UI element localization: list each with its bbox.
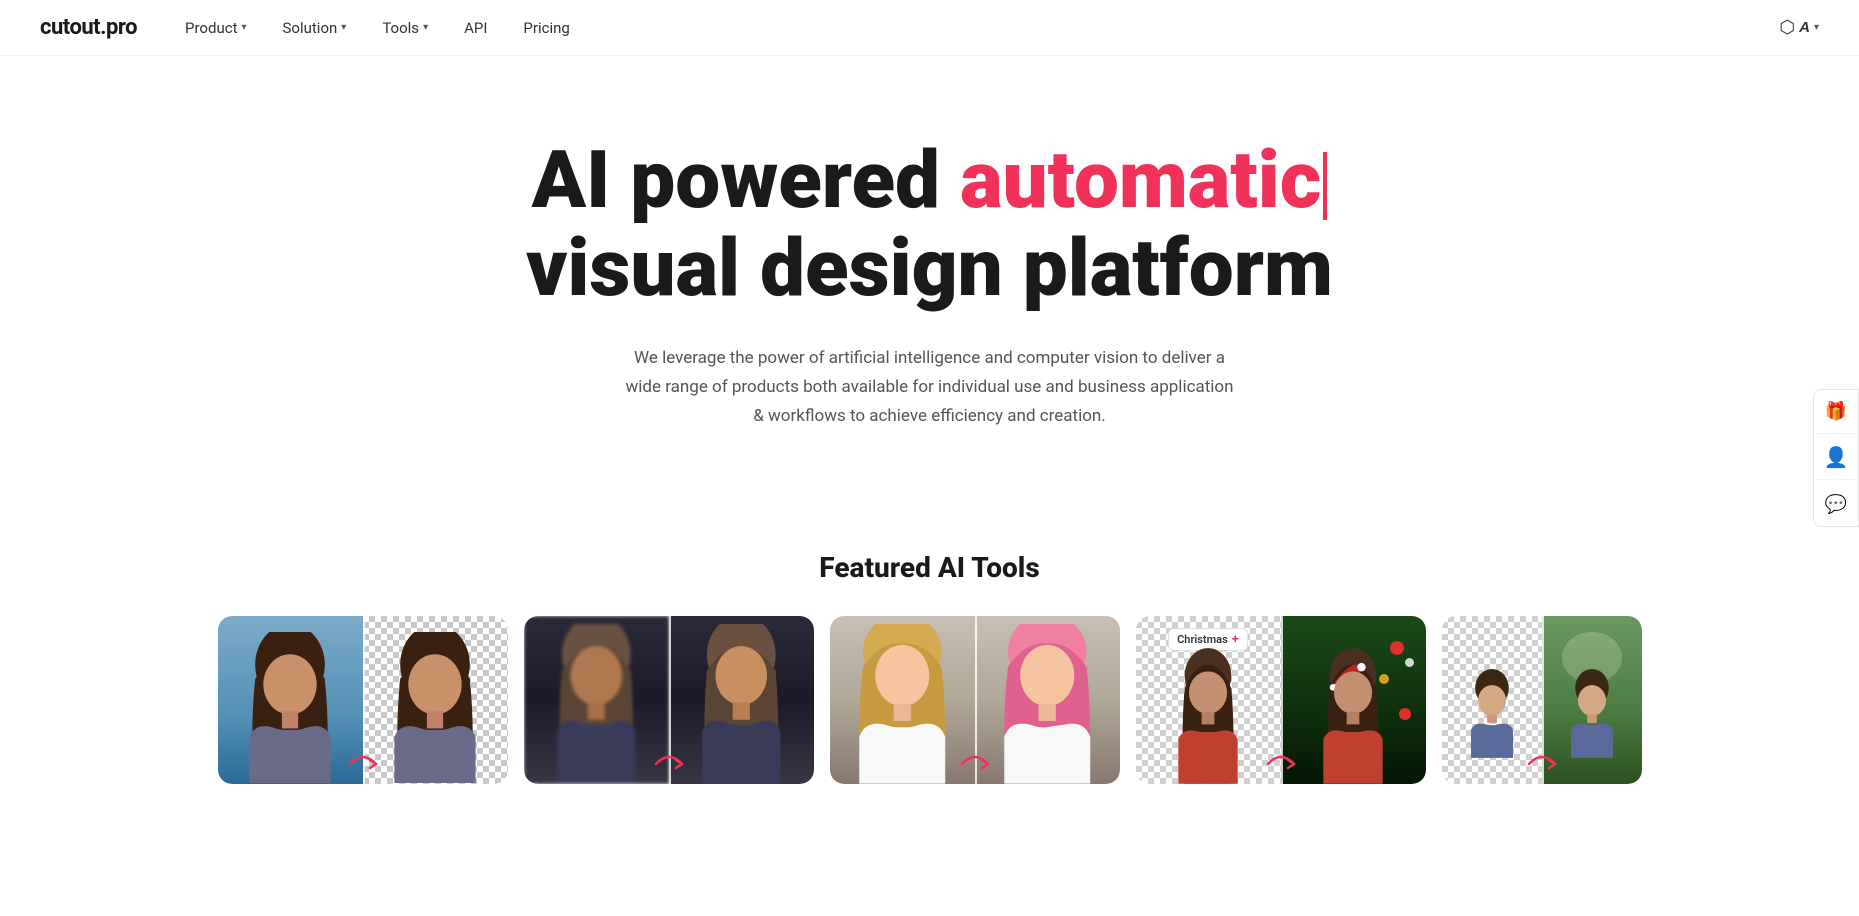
- nav-solution-chevron: ▾: [341, 22, 346, 33]
- nav-product[interactable]: Product ▾: [185, 19, 246, 37]
- photo-dark-after: [669, 616, 814, 784]
- card5-after: [1542, 616, 1642, 784]
- nav-tools-label: Tools: [382, 19, 419, 37]
- tool-card-3[interactable]: [830, 616, 1120, 784]
- navbar: cutout.pro Product ▾ Solution ▾ Tools ▾ …: [0, 0, 1859, 56]
- hero-title-highlight: automatic: [960, 133, 1327, 227]
- photo-studio-before: [830, 616, 975, 784]
- pink-hair-svg: [982, 624, 1113, 784]
- chat-icon: 💬: [1825, 494, 1847, 515]
- nav-api-label: API: [464, 19, 487, 37]
- nav-pricing[interactable]: Pricing: [523, 19, 569, 37]
- tool-card-4[interactable]: Christmas +: [1136, 616, 1426, 784]
- checkered-bg: [363, 616, 508, 784]
- lang-label: A: [1799, 19, 1810, 36]
- photo-dark-before: [524, 616, 669, 784]
- tool-card-2[interactable]: [524, 616, 814, 784]
- card1-arrow: [348, 748, 378, 774]
- hero-title-part1: AI powered: [532, 133, 960, 227]
- hero-subtitle: We leverage the power of artificial inte…: [620, 344, 1240, 431]
- card4-xmas-bg: [1281, 616, 1426, 784]
- person-svg-after: [377, 632, 493, 783]
- sidebar-chat-button[interactable]: 💬: [1814, 482, 1858, 526]
- christmas-text: Christmas: [1177, 633, 1228, 646]
- tool-card-5[interactable]: [1442, 616, 1642, 784]
- nav-pricing-label: Pricing: [523, 19, 569, 37]
- nav-solution[interactable]: Solution ▾: [283, 19, 347, 37]
- right-sidebar: 🎁 👤 💬: [1813, 389, 1859, 527]
- nav-product-chevron: ▾: [241, 22, 246, 33]
- translate-icon: ⬡: [1779, 17, 1795, 38]
- nav-links: Product ▾ Solution ▾ Tools ▾ API Pricing: [185, 19, 1779, 37]
- blonde-before-svg: [837, 624, 968, 784]
- hero-title: AI powered automatic visual design platf…: [526, 136, 1333, 312]
- card3-before: [830, 616, 975, 784]
- photo-bg-before: [218, 616, 363, 784]
- hero-title-part2: visual design platform: [526, 221, 1333, 315]
- featured-section: Featured AI Tools: [0, 531, 1859, 784]
- person-svg: [232, 632, 348, 783]
- hero-section: AI powered automatic visual design platf…: [0, 56, 1859, 531]
- featured-title: Featured AI Tools: [40, 551, 1819, 584]
- nav-tools-chevron: ▾: [423, 22, 428, 33]
- card2-arrow: [654, 748, 684, 774]
- card5-outdoor-bg: [1542, 616, 1642, 784]
- lang-chevron: ▾: [1814, 22, 1819, 33]
- person-dark-svg: [531, 624, 662, 784]
- child-svg: [1150, 646, 1266, 784]
- nav-right: ⬡ A ▾: [1779, 17, 1819, 38]
- child-xmas-svg: [1295, 646, 1411, 784]
- card2-before: [524, 616, 669, 784]
- site-logo[interactable]: cutout.pro: [40, 15, 137, 40]
- tool-card-1[interactable]: [218, 616, 508, 784]
- card1-after: [363, 616, 508, 784]
- nav-product-label: Product: [185, 19, 237, 37]
- baby-svg: [1457, 641, 1527, 784]
- card3-after: [975, 616, 1120, 784]
- nav-solution-label: Solution: [283, 19, 338, 37]
- card2-after: [669, 616, 814, 784]
- cursor-bar: [1323, 152, 1327, 220]
- card3-arrow: [960, 748, 990, 774]
- photo-studio-after: [975, 616, 1120, 784]
- gift-icon: 🎁: [1825, 401, 1847, 422]
- baby-outdoor-svg: [1557, 641, 1627, 784]
- language-button[interactable]: ⬡ A ▾: [1779, 17, 1819, 38]
- tools-row: Christmas +: [40, 616, 1819, 784]
- card4-checkered: Christmas +: [1136, 616, 1281, 784]
- nav-tools[interactable]: Tools ▾: [382, 19, 428, 37]
- card4-after: [1281, 616, 1426, 784]
- card1-before: [218, 616, 363, 784]
- person-dark-svg-sharp: [676, 624, 807, 784]
- christmas-plus: +: [1232, 632, 1239, 647]
- card4-arrow: [1266, 748, 1296, 774]
- card4-before: Christmas +: [1136, 616, 1281, 784]
- sidebar-user-button[interactable]: 👤: [1814, 436, 1858, 480]
- card5-arrow: [1527, 748, 1557, 774]
- nav-api[interactable]: API: [464, 19, 487, 37]
- logo-text: cutout.pro: [40, 15, 137, 40]
- sidebar-gift-button[interactable]: 🎁: [1814, 390, 1858, 434]
- user-icon: 👤: [1824, 445, 1849, 470]
